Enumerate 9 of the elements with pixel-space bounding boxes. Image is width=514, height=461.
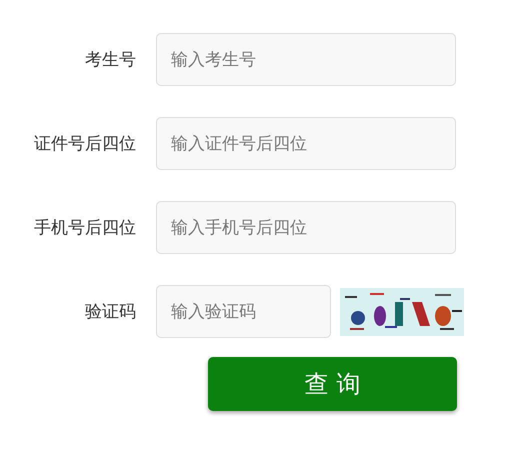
input-field[interactable]: 输入验证码 <box>156 285 331 338</box>
search-button[interactable]: 查 询 <box>208 357 457 411</box>
input-field[interactable]: 输入证件号后四位 <box>156 117 456 170</box>
field-label: 验证码 <box>84 301 136 323</box>
field-label: 证件号后四位 <box>33 133 136 155</box>
field-label: 手机号后四位 <box>33 217 136 239</box>
input-field[interactable]: 输入手机号后四位 <box>156 201 456 254</box>
field-label: 考生号 <box>84 49 136 71</box>
input-field[interactable]: 输入考生号 <box>156 33 456 86</box>
